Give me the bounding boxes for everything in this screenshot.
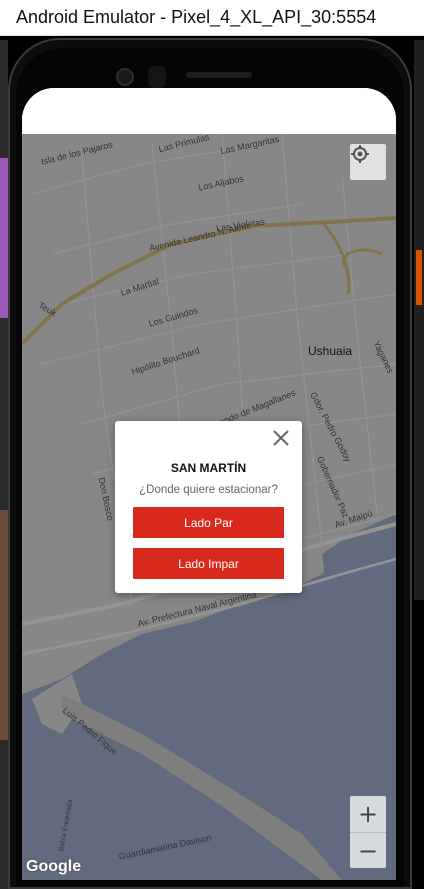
desktop-photo-fragment	[0, 510, 8, 740]
zoom-controls: + −	[350, 796, 386, 868]
map-view[interactable]: Isla de los Pajaros Las Primulas Las Mar…	[22, 134, 396, 880]
close-button[interactable]	[272, 429, 298, 455]
my-location-button[interactable]	[350, 144, 386, 180]
google-logo[interactable]: Google	[26, 858, 81, 876]
odd-side-button[interactable]: Lado Impar	[133, 548, 284, 579]
dialog-subtitle: ¿Donde quiere estacionar?	[139, 484, 278, 496]
desktop-window-fragment	[416, 250, 422, 305]
front-camera	[116, 68, 134, 86]
desktop-window-fragment	[0, 158, 8, 318]
my-location-icon	[351, 145, 369, 163]
face-sensor	[148, 66, 166, 88]
desktop-background-right	[414, 40, 424, 600]
dialog-title: SAN MARTÍN	[170, 461, 247, 475]
zoom-in-button[interactable]: +	[350, 796, 386, 832]
even-side-button[interactable]: Lado Par	[133, 507, 284, 538]
zoom-out-button[interactable]: −	[350, 832, 386, 868]
desktop-background-left	[0, 40, 8, 889]
parking-side-dialog: SAN MARTÍN ¿Donde quiere estacionar? Lad…	[115, 421, 302, 593]
close-icon	[273, 430, 289, 446]
status-bar	[22, 88, 396, 134]
window-titlebar[interactable]: Android Emulator - Pixel_4_XL_API_30:555…	[0, 0, 424, 36]
phone-screen: Isla de los Pajaros Las Primulas Las Mar…	[22, 88, 396, 880]
earpiece-speaker	[186, 72, 252, 78]
window-title: Android Emulator - Pixel_4_XL_API_30:555…	[16, 7, 377, 27]
